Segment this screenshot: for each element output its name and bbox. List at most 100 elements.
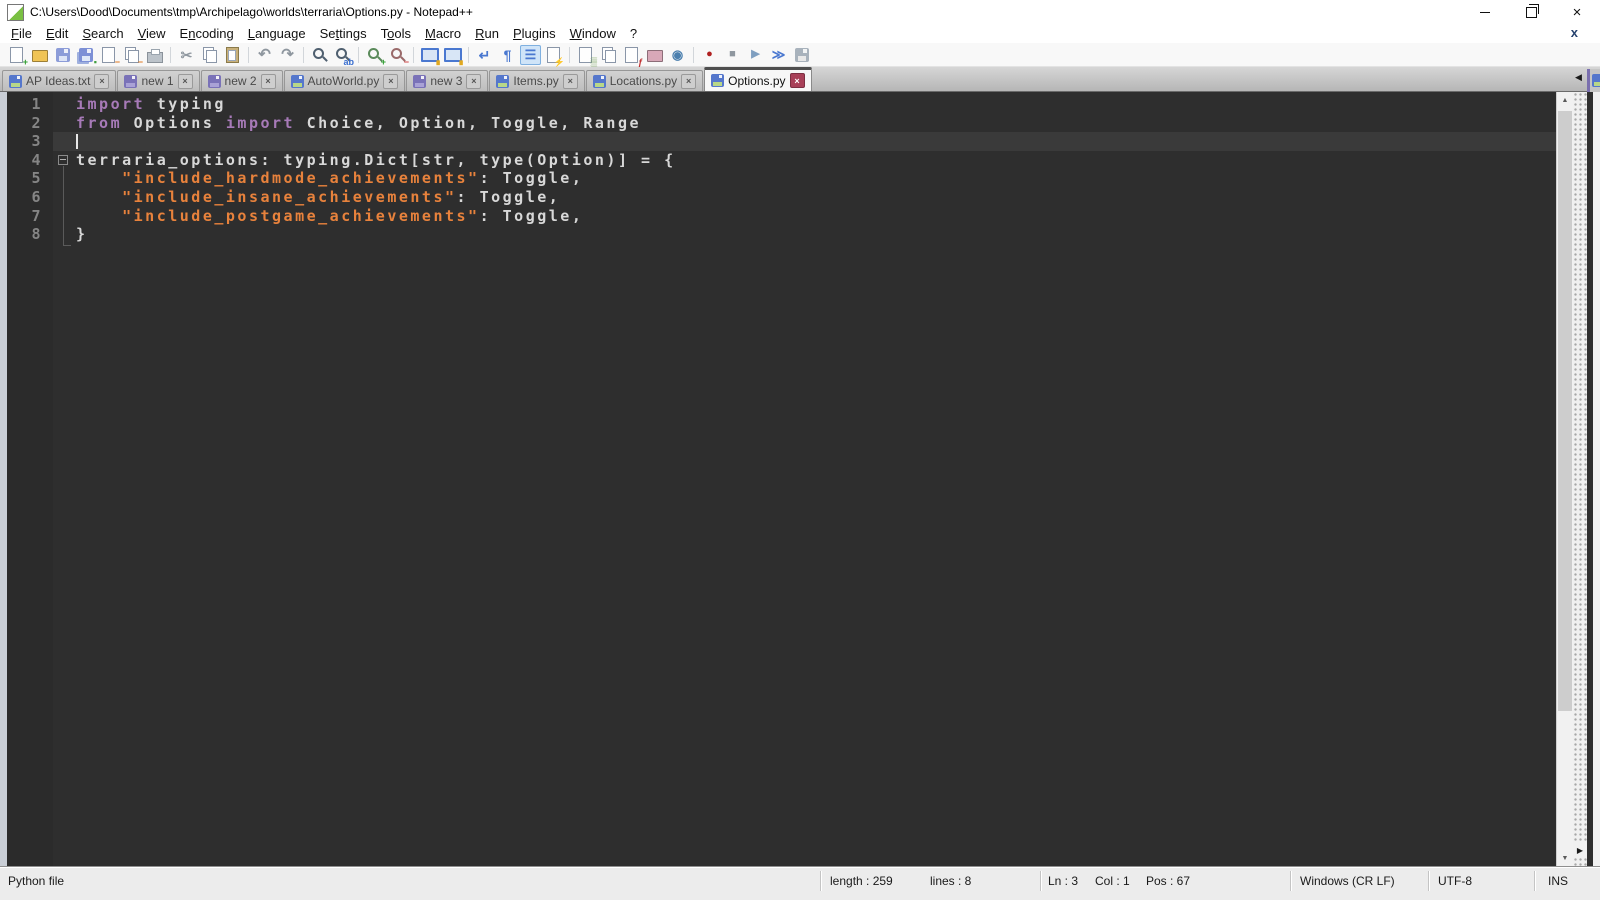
title-bar: C:\Users\Dood\Documents\tmp\Archipelago\…: [0, 0, 1600, 24]
menu-macro[interactable]: Macro: [418, 25, 468, 42]
save-all-icon[interactable]: ▪: [75, 45, 97, 66]
notepadpp-window: C:\Users\Dood\Documents\tmp\Archipelago\…: [0, 0, 1600, 900]
folder-as-workspace-icon[interactable]: [644, 45, 665, 65]
scrollbar-thumb[interactable]: [1558, 111, 1572, 711]
tab-new-1[interactable]: new 1 ×: [117, 70, 200, 91]
fold-collapse-icon[interactable]: [58, 154, 68, 165]
tab-close-icon[interactable]: ×: [177, 73, 193, 89]
save-recorded-macro-icon[interactable]: [791, 45, 812, 65]
file-saved-icon: [1592, 74, 1600, 87]
undo-icon[interactable]: ↶: [254, 45, 275, 65]
start-recording-macro-icon[interactable]: ●: [699, 45, 720, 65]
status-lines: lines : 8: [930, 874, 972, 888]
menu-search[interactable]: Search: [75, 25, 130, 42]
document-switcher-icon[interactable]: [598, 45, 619, 65]
notepadpp-icon[interactable]: [7, 3, 24, 21]
menu-plugins[interactable]: Plugins: [506, 25, 563, 42]
tab-options-py[interactable]: Options.py ×: [704, 67, 812, 91]
tab-close-icon[interactable]: ×: [466, 73, 482, 89]
paste-icon[interactable]: [222, 45, 243, 65]
status-eol-format[interactable]: Windows (CR LF): [1300, 874, 1395, 888]
stop-recording-macro-icon[interactable]: ■: [722, 45, 743, 65]
sync-horizontal-scroll-icon[interactable]: ∎: [442, 45, 464, 66]
close-button[interactable]: ×: [1554, 0, 1600, 24]
tab-items-py[interactable]: Items.py ×: [489, 70, 585, 91]
status-encoding[interactable]: UTF-8: [1438, 874, 1472, 888]
scroll-up-icon[interactable]: ▲: [1557, 92, 1573, 109]
code-text: "include_postgame_achievements": Toggle,: [122, 206, 584, 225]
code-area[interactable]: 1 import typing 2 from Options import Choic…: [7, 92, 1556, 867]
redo-icon[interactable]: ↷: [277, 45, 298, 65]
tab-ap-ideas-txt[interactable]: AP Ideas.txt ×: [2, 70, 117, 91]
tab-new-3[interactable]: new 3 ×: [406, 70, 489, 91]
tab-autoworld-py[interactable]: AutoWorld.py ×: [283, 70, 406, 91]
menu-file[interactable]: File: [4, 25, 39, 42]
find-icon[interactable]: [309, 45, 330, 65]
line-number: 6: [7, 187, 53, 207]
tab-label: AP Ideas.txt: [26, 74, 91, 88]
run-macro-multiple-times-icon[interactable]: ≫: [768, 45, 789, 65]
minimize-button[interactable]: [1462, 0, 1508, 24]
show-indent-guide-icon[interactable]: ☰: [520, 44, 541, 65]
code-text: }: [76, 225, 88, 244]
tab-scroll-left-icon[interactable]: ◀: [1575, 72, 1582, 83]
word-wrap-icon[interactable]: ↵: [474, 45, 495, 65]
tab-close-icon[interactable]: ×: [94, 73, 110, 89]
menu-settings[interactable]: Settings: [313, 25, 374, 42]
close-file-icon[interactable]: −: [98, 45, 120, 66]
tab-close-icon[interactable]: ×: [562, 73, 578, 89]
close-all-icon[interactable]: −: [121, 45, 143, 66]
tab-label: new 1: [141, 74, 174, 88]
sync-vertical-scroll-icon[interactable]: ∎: [419, 45, 441, 66]
menu-view[interactable]: View: [131, 25, 173, 42]
cut-icon[interactable]: ✂: [176, 45, 197, 65]
code-line-8[interactable]: 8}: [7, 225, 1556, 244]
menu-edit[interactable]: Edit: [39, 25, 75, 42]
show-all-characters-icon[interactable]: ¶: [497, 45, 518, 65]
menu-help[interactable]: ?: [623, 25, 644, 42]
print-icon[interactable]: [144, 45, 165, 65]
code-line-7[interactable]: 7 "include_postgame_achievements": Toggl…: [7, 206, 1556, 226]
open-file-icon[interactable]: [29, 45, 50, 65]
menu-run[interactable]: Run: [468, 25, 506, 42]
code-line-6[interactable]: 6 "include_insane_achievements": Toggle,: [7, 187, 1556, 207]
copy-icon[interactable]: [199, 45, 220, 65]
playback-macro-icon[interactable]: ▶: [745, 45, 766, 65]
code-line-2[interactable]: 2 from Options import Choice, Option, Tog…: [7, 113, 1556, 133]
code-line-5[interactable]: 5 "include_hardmode_achievements": Toggl…: [7, 169, 1556, 188]
pane-splitter[interactable]: [1573, 92, 1587, 867]
code-line-3[interactable]: 3: [7, 132, 1556, 151]
document-close-icon[interactable]: x: [1571, 25, 1578, 40]
tab-close-icon[interactable]: ×: [789, 73, 805, 88]
zoom-out-icon[interactable]: −: [387, 45, 409, 66]
tab-locations-py[interactable]: Locations.py ×: [585, 70, 704, 91]
code-text: "include_insane_achievements": Toggle,: [122, 187, 561, 206]
code-line-1[interactable]: 1 import typing: [7, 95, 1556, 114]
tab-scroll-right-icon[interactable]: ▶: [1573, 842, 1587, 858]
zoom-in-icon[interactable]: +: [364, 45, 386, 66]
unsaved-file-icon: [413, 74, 427, 88]
tab-new-2[interactable]: new 2 ×: [200, 70, 283, 91]
vertical-scrollbar[interactable]: ▲ ▼: [1556, 92, 1573, 867]
tab-close-icon[interactable]: ×: [681, 73, 697, 89]
tab-close-icon[interactable]: ×: [260, 73, 276, 89]
restore-button[interactable]: [1508, 0, 1554, 24]
menu-language[interactable]: Language: [241, 25, 313, 42]
second-view-tab-sliver[interactable]: [1587, 69, 1600, 92]
monitoring-eye-icon[interactable]: ◉: [667, 45, 688, 65]
status-insert-mode[interactable]: INS: [1548, 874, 1568, 888]
scroll-down-icon[interactable]: ▼: [1557, 850, 1573, 867]
document-map-icon[interactable]: ▒: [575, 45, 597, 66]
function-list-icon[interactable]: ƒ: [621, 45, 643, 66]
define-language-icon[interactable]: ⚡: [543, 45, 565, 66]
menu-encoding[interactable]: Encoding: [173, 25, 241, 42]
replace-icon[interactable]: ab: [332, 45, 354, 66]
menu-window[interactable]: Window: [563, 25, 623, 42]
save-file-icon[interactable]: [52, 45, 73, 65]
second-view-scrollbar[interactable]: [1593, 92, 1600, 867]
line-number: 2: [7, 113, 53, 133]
menu-tools[interactable]: Tools: [374, 25, 418, 42]
code-line-4[interactable]: 4 terraria_options: typing.Dict[str, type…: [7, 150, 1556, 170]
new-file-icon[interactable]: +: [6, 45, 28, 66]
tab-close-icon[interactable]: ×: [383, 73, 399, 89]
